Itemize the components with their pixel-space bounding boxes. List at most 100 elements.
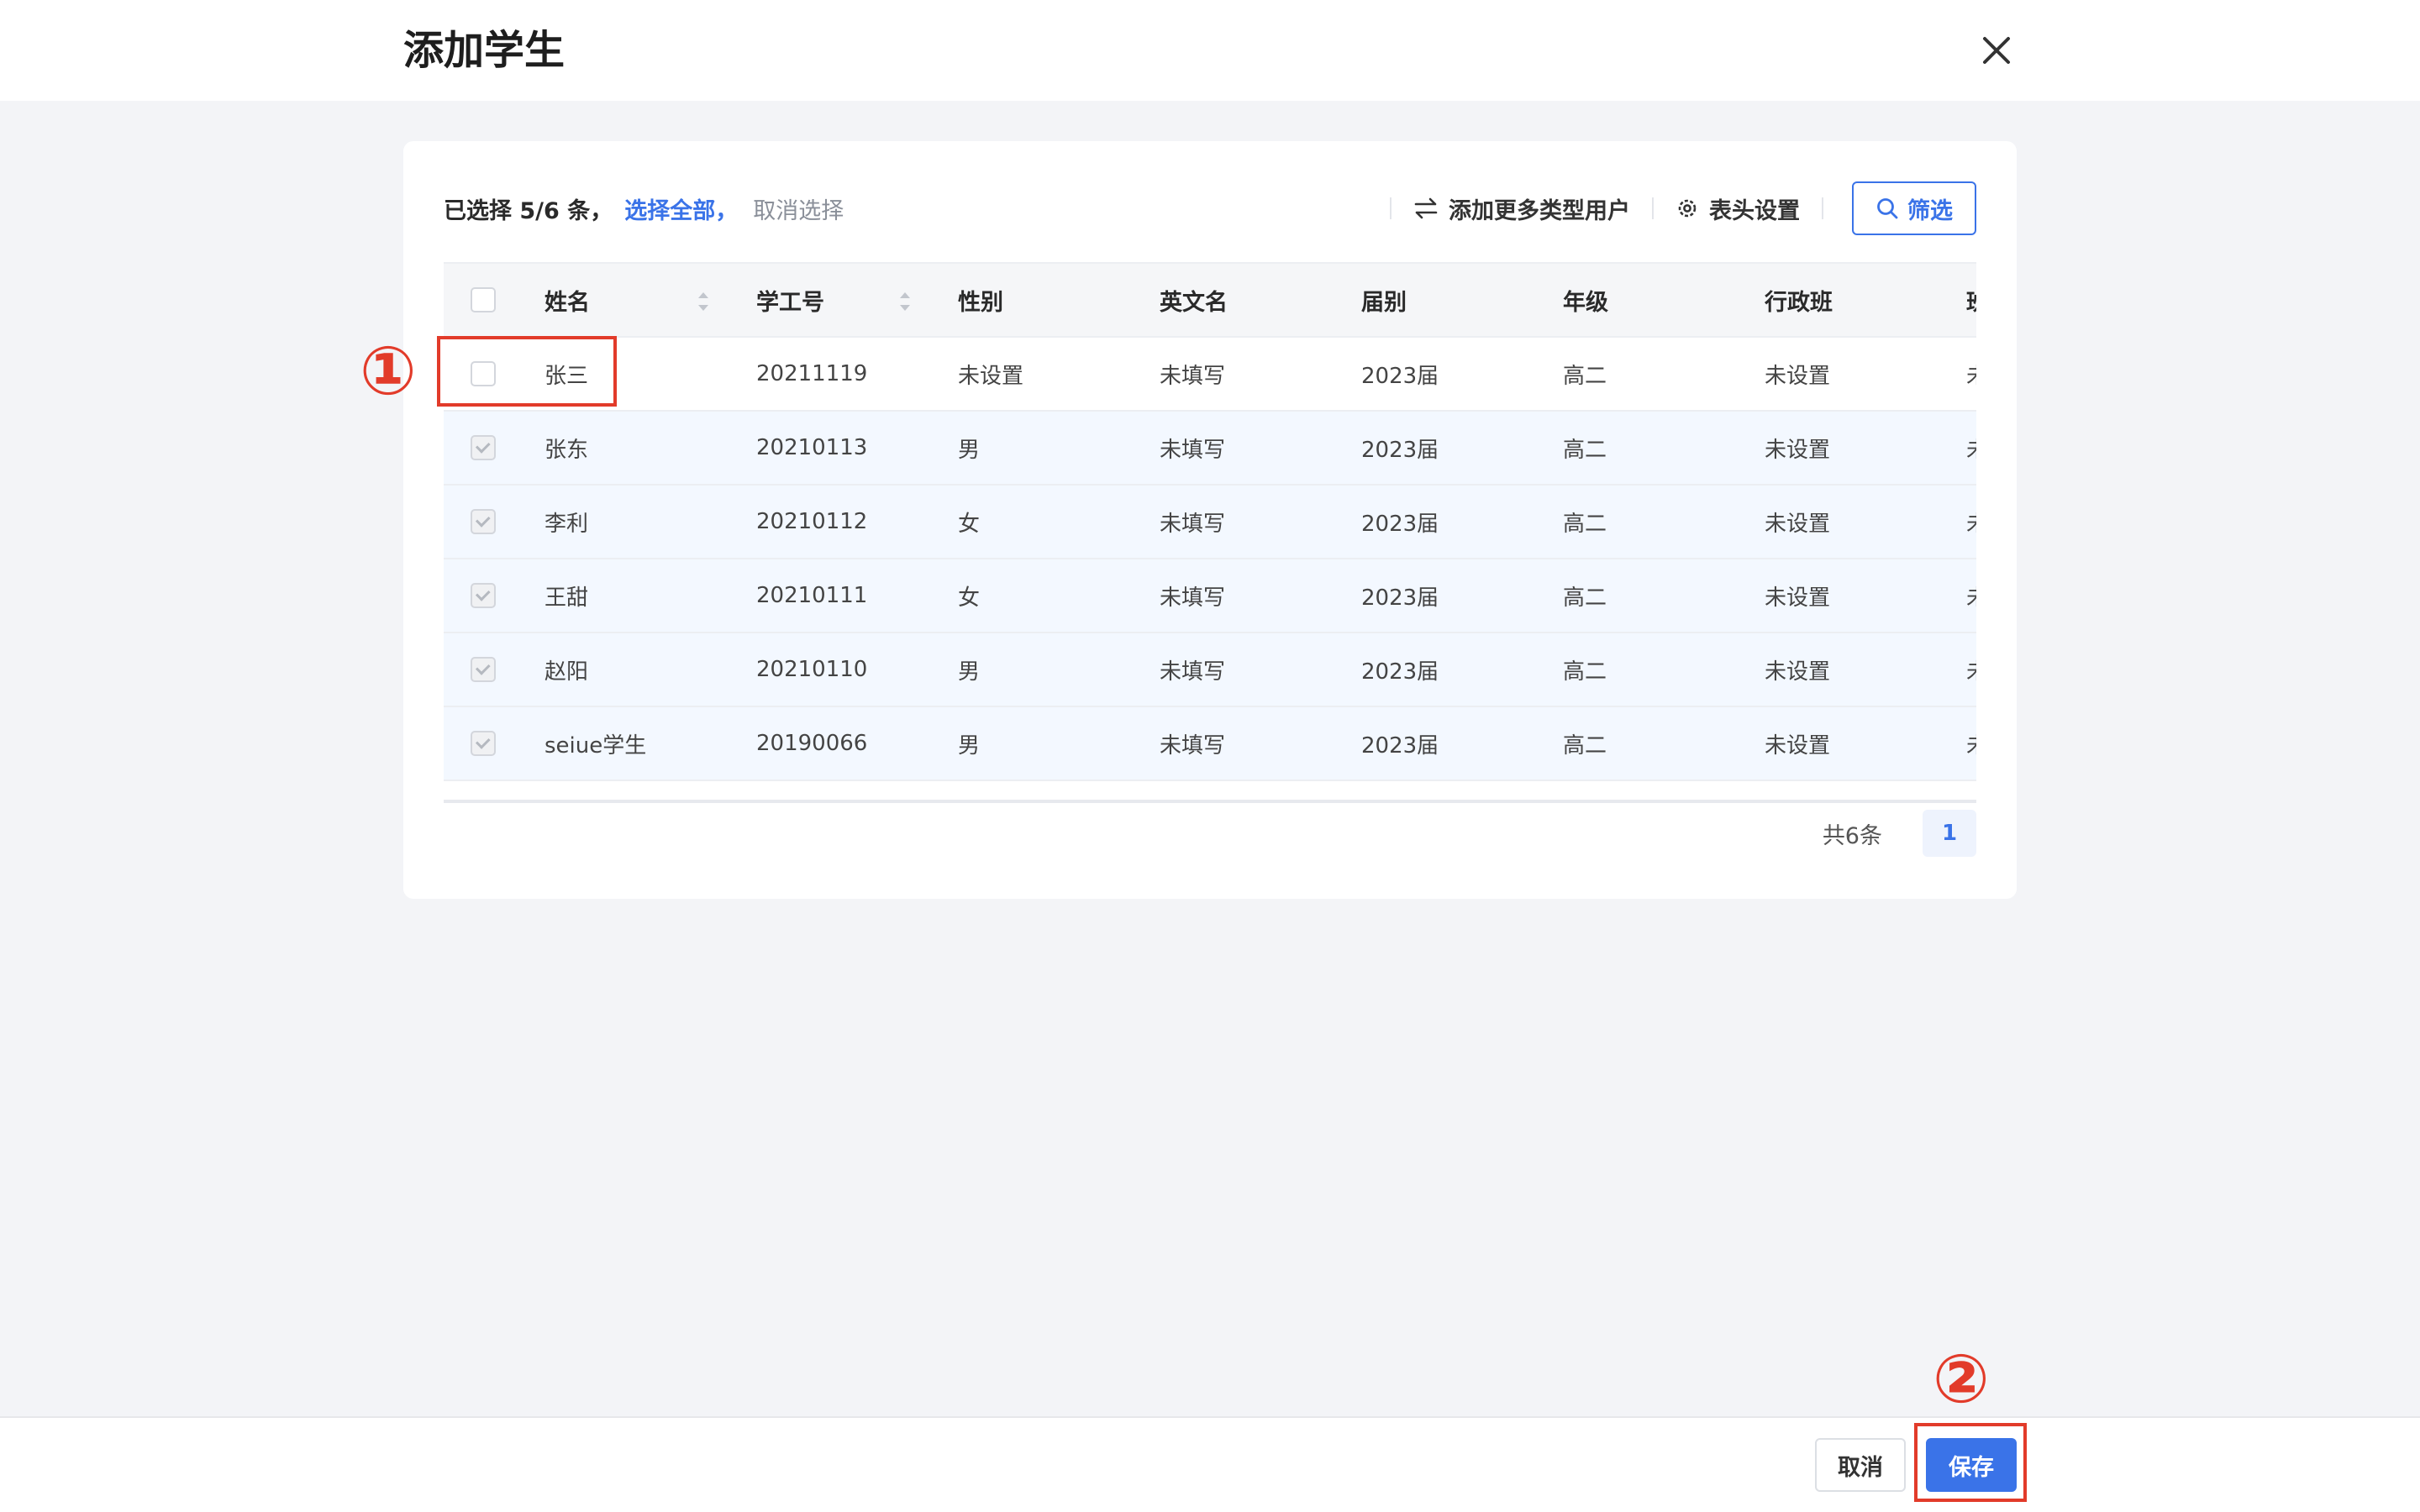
column-header-class-year: 届别 bbox=[1361, 264, 1407, 336]
table-row[interactable]: seiue学生 20190066 男 未填写 2023届 高二 未设置 未 bbox=[444, 707, 1976, 781]
gear-icon bbox=[1678, 199, 1697, 218]
cell-class: 未 bbox=[1966, 486, 1976, 558]
student-select-card: 已选择 5/6 条， 选择全部， 取消选择 添加更多类型用户 表头设置 筛选 姓… bbox=[403, 141, 2017, 899]
annotation-number-2: ② bbox=[1933, 1340, 1990, 1418]
cell-student-id: 20190066 bbox=[756, 731, 868, 756]
cell-grade: 高二 bbox=[1563, 511, 1607, 537]
page-button-1[interactable]: 1 bbox=[1923, 810, 1976, 857]
pagination: 共6条 1 bbox=[1823, 810, 1976, 857]
cell-class: 未 bbox=[1966, 338, 1976, 410]
table-row[interactable]: 张东 20210113 男 未填写 2023届 高二 未设置 未 bbox=[444, 412, 1976, 486]
cell-student-id: 20210110 bbox=[756, 657, 868, 682]
cell-class-year: 2023届 bbox=[1361, 437, 1439, 463]
cell-english-name: 未填写 bbox=[1160, 437, 1226, 463]
search-icon bbox=[1877, 198, 1898, 219]
cell-grade: 高二 bbox=[1563, 585, 1607, 611]
sort-icon[interactable] bbox=[897, 289, 913, 314]
cell-admin-class: 未设置 bbox=[1765, 363, 1831, 389]
cell-class-year: 2023届 bbox=[1361, 732, 1439, 759]
row-checkbox[interactable] bbox=[471, 509, 496, 534]
cell-gender: 男 bbox=[958, 732, 981, 759]
dialog-title: 添加学生 bbox=[403, 27, 566, 74]
cell-class-year: 2023届 bbox=[1361, 659, 1439, 685]
row-checkbox[interactable] bbox=[471, 435, 496, 460]
cell-gender: 男 bbox=[958, 437, 981, 463]
add-more-user-types-button[interactable]: 添加更多类型用户 bbox=[1413, 192, 1630, 225]
header-settings-label: 表头设置 bbox=[1709, 197, 1800, 224]
selection-summary: 已选择 5/6 条， 选择全部， 取消选择 bbox=[444, 188, 844, 228]
annotation-number-1: ① bbox=[360, 332, 417, 410]
column-id-label: 学工号 bbox=[756, 289, 824, 316]
add-more-user-types-label: 添加更多类型用户 bbox=[1449, 197, 1630, 224]
cell-gender: 未设置 bbox=[958, 363, 1024, 389]
annotation-box-2 bbox=[1914, 1423, 2027, 1502]
cell-admin-class: 未设置 bbox=[1765, 732, 1831, 759]
sort-icon[interactable] bbox=[696, 289, 711, 314]
table-row[interactable]: 李利 20210112 女 未填写 2023届 高二 未设置 未 bbox=[444, 486, 1976, 559]
toolbar-divider bbox=[1822, 197, 1823, 219]
column-header-name[interactable]: 姓名 bbox=[544, 264, 590, 336]
cell-student-id: 20210111 bbox=[756, 583, 868, 608]
cell-name: 李利 bbox=[544, 511, 589, 537]
cell-gender: 女 bbox=[958, 511, 981, 537]
cell-student-id: 20210112 bbox=[756, 509, 868, 534]
column-header-class: 班 bbox=[1966, 264, 1976, 336]
cell-class-year: 2023届 bbox=[1361, 585, 1439, 611]
select-all-link[interactable]: 选择全部， bbox=[624, 192, 738, 225]
column-header-grade: 年级 bbox=[1563, 264, 1608, 336]
toolbar-divider bbox=[1390, 197, 1392, 219]
filter-label: 筛选 bbox=[1907, 197, 1953, 224]
selection-count: 已选择 5/6 条， bbox=[444, 197, 613, 224]
table-row[interactable]: 赵阳 20210110 男 未填写 2023届 高二 未设置 未 bbox=[444, 633, 1976, 707]
cell-english-name: 未填写 bbox=[1160, 732, 1226, 759]
column-header-student-id[interactable]: 学工号 bbox=[756, 264, 824, 336]
total-count: 共6条 bbox=[1822, 822, 1882, 849]
column-class-label: 班 bbox=[1966, 284, 1976, 317]
column-gender-label: 性别 bbox=[958, 289, 1003, 316]
cell-class-year: 2023届 bbox=[1361, 363, 1439, 389]
row-checkbox[interactable] bbox=[471, 657, 496, 682]
cell-class: 未 bbox=[1966, 707, 1976, 780]
cell-name: 张东 bbox=[544, 437, 589, 463]
cell-admin-class: 未设置 bbox=[1765, 659, 1831, 685]
cell-class: 未 bbox=[1966, 633, 1976, 706]
cell-grade: 高二 bbox=[1563, 732, 1607, 759]
cell-name: seiue学生 bbox=[544, 732, 647, 759]
cell-admin-class: 未设置 bbox=[1765, 437, 1831, 463]
cell-admin-class: 未设置 bbox=[1765, 585, 1831, 611]
table-header: 姓名 学工号 性别 英文名 届别 年级 行政班 bbox=[444, 262, 1976, 338]
dialog-footer: 取消 保存 bbox=[0, 1416, 2420, 1512]
close-button[interactable] bbox=[1976, 30, 2017, 71]
filter-button[interactable]: 筛选 bbox=[1852, 181, 1976, 235]
row-checkbox[interactable] bbox=[471, 583, 496, 608]
table-toolbar: 添加更多类型用户 表头设置 筛选 bbox=[1368, 181, 1976, 235]
column-admin-class-label: 行政班 bbox=[1765, 289, 1833, 316]
cell-name: 王甜 bbox=[544, 585, 589, 611]
cell-student-id: 20210113 bbox=[756, 435, 868, 460]
cell-class: 未 bbox=[1966, 412, 1976, 484]
table-horizontal-scrollbar[interactable] bbox=[444, 800, 1976, 803]
column-grade-label: 年级 bbox=[1563, 289, 1608, 316]
column-header-admin-class: 行政班 bbox=[1765, 264, 1833, 336]
cell-class-year: 2023届 bbox=[1361, 511, 1439, 537]
column-name-label: 姓名 bbox=[544, 289, 590, 316]
cell-english-name: 未填写 bbox=[1160, 659, 1226, 685]
header-settings-button[interactable]: 表头设置 bbox=[1676, 192, 1800, 225]
select-all-checkbox[interactable] bbox=[471, 287, 496, 312]
column-class-year-label: 届别 bbox=[1361, 289, 1407, 316]
cell-english-name: 未填写 bbox=[1160, 511, 1226, 537]
cell-english-name: 未填写 bbox=[1160, 363, 1226, 389]
cell-student-id: 20211119 bbox=[756, 361, 868, 386]
table-row[interactable]: 张三 20211119 未设置 未填写 2023届 高二 未设置 未 bbox=[444, 338, 1976, 412]
cancel-button[interactable]: 取消 bbox=[1815, 1438, 1906, 1492]
cell-grade: 高二 bbox=[1563, 659, 1607, 685]
cell-class: 未 bbox=[1966, 559, 1976, 632]
close-icon bbox=[1983, 37, 2010, 64]
cancel-selection-link[interactable]: 取消选择 bbox=[753, 192, 844, 225]
table-row[interactable]: 王甜 20210111 女 未填写 2023届 高二 未设置 未 bbox=[444, 559, 1976, 633]
header-select-all bbox=[471, 264, 496, 336]
row-checkbox[interactable] bbox=[471, 731, 496, 756]
cell-gender: 女 bbox=[958, 585, 981, 611]
cell-grade: 高二 bbox=[1563, 363, 1607, 389]
cell-gender: 男 bbox=[958, 659, 981, 685]
